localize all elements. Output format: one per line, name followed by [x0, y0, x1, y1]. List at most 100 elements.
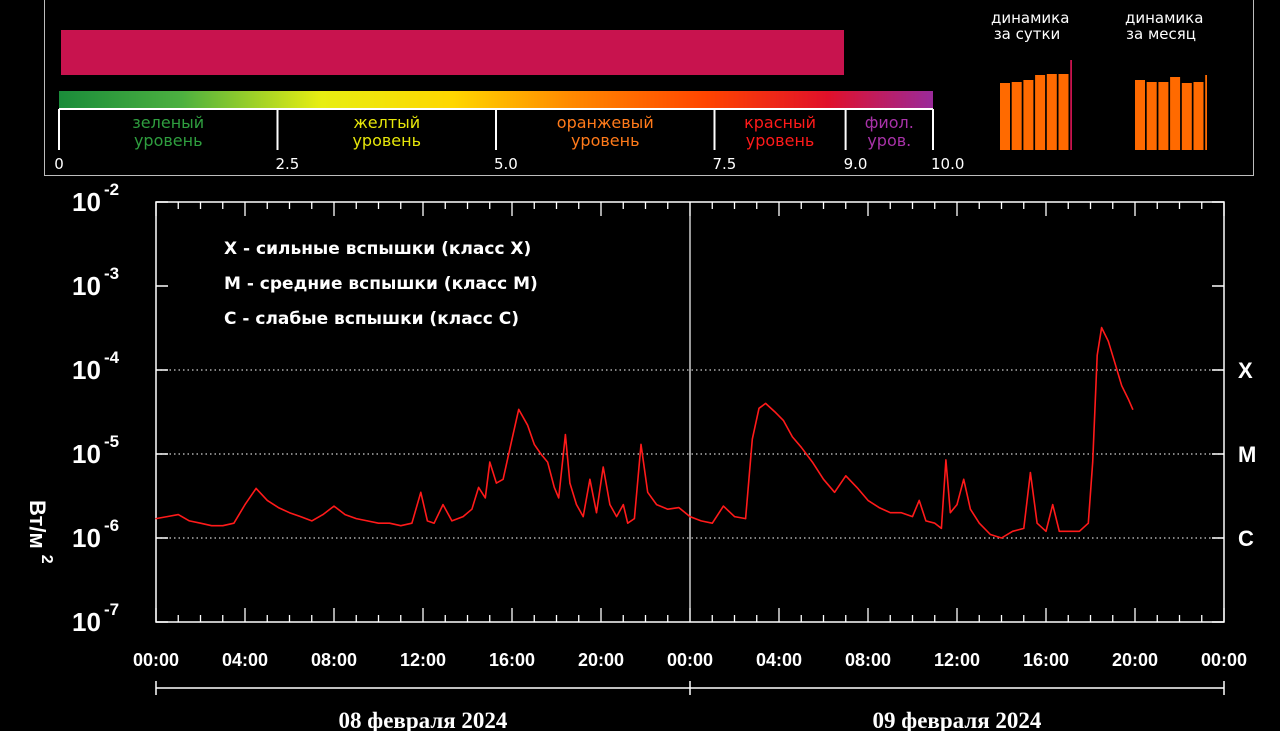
flux-point — [420, 491, 422, 493]
flux-point — [1132, 408, 1134, 410]
flux-point — [589, 478, 591, 480]
dynamics-bar — [1046, 74, 1057, 150]
flux-point — [433, 522, 435, 524]
y-tick-exponent: -6 — [104, 516, 119, 535]
activity-index-panel: 0 2.5 5.0 7.5 9.0 10.0 зеленый уровень желтый ур… — [44, 0, 1254, 176]
flux-point — [553, 486, 555, 488]
flux-point — [166, 516, 168, 518]
flux-point — [1012, 530, 1014, 532]
flux-point — [989, 533, 992, 536]
x-tick-label: 08:00 — [311, 650, 357, 670]
flux-point — [633, 518, 636, 520]
flux-point — [900, 512, 903, 514]
flux-point — [255, 487, 257, 489]
date-label: 08 февраля 2024 — [339, 708, 508, 731]
dynamics-bar — [1205, 75, 1207, 150]
flux-point — [1000, 537, 1003, 539]
dynamics-bar — [1058, 74, 1069, 150]
flux-point — [575, 504, 578, 506]
flux-point — [344, 514, 346, 516]
flux-point — [451, 520, 453, 522]
flux-point — [978, 522, 980, 524]
flux-point — [1092, 461, 1094, 463]
flux-point — [471, 508, 473, 510]
flux-point — [963, 478, 965, 480]
flux-point — [765, 402, 767, 404]
flux-point — [188, 520, 190, 522]
flux-point — [711, 522, 713, 524]
legend-entry: M - средние вспышки (класс M) — [224, 274, 538, 294]
level-label: оранжевый уровень — [556, 113, 654, 150]
xray-flux-chart: 10 -210 -310 -410 -510 -610 -7 00:00 04:00 08:00… — [25, 180, 1256, 731]
flux-point — [155, 518, 157, 520]
flux-point — [622, 504, 624, 506]
flux-point — [511, 438, 513, 440]
scale-tick-label: 7.5 — [713, 155, 737, 173]
flux-point — [333, 505, 335, 507]
flux-point — [244, 504, 246, 506]
dynamics-bar — [1023, 80, 1034, 150]
flux-point — [774, 411, 776, 413]
flux-point — [969, 508, 972, 510]
flux-point — [1067, 530, 1069, 532]
flux-point — [400, 525, 402, 527]
flux-point — [911, 516, 914, 518]
scale-tick-label: 2.5 — [276, 155, 300, 173]
flux-point — [616, 516, 618, 518]
flux-point — [558, 497, 560, 499]
x-tick-label: 16:00 — [1023, 650, 1069, 670]
flux-point — [411, 522, 413, 524]
flux-point — [745, 518, 747, 520]
x-tick-label: 20:00 — [578, 650, 624, 670]
y-tick-label: 10 — [72, 523, 101, 553]
flux-point — [1101, 327, 1103, 329]
unit-text: Вт/м — [25, 500, 50, 549]
flux-point — [582, 516, 584, 518]
flux-point — [627, 522, 629, 524]
daily-dynamics-chart — [1000, 60, 1072, 150]
flux-point — [1096, 354, 1098, 356]
flux-point — [266, 499, 268, 501]
dynamics-bar — [1158, 82, 1169, 150]
flux-point — [602, 466, 604, 468]
flux-point — [527, 424, 529, 426]
flux-point — [533, 443, 535, 445]
flux-point — [656, 504, 658, 506]
flux-point — [502, 478, 504, 480]
y-tick-label: 10 — [72, 439, 101, 469]
monthly-dynamics-title: динамика за месяц — [1125, 9, 1204, 43]
flux-point — [277, 507, 279, 509]
x-tick-label: 00:00 — [133, 650, 179, 670]
flux-point — [484, 497, 486, 499]
flux-point — [822, 478, 825, 480]
flux-point — [595, 512, 598, 514]
flux-point — [233, 522, 235, 524]
activity-index-bar — [61, 30, 844, 75]
flux-point — [918, 499, 920, 501]
flux-point — [722, 505, 725, 507]
flux-point — [945, 459, 947, 461]
dynamics-bar — [1000, 83, 1010, 150]
x-tick-label: 12:00 — [934, 650, 980, 670]
flux-point — [640, 443, 642, 445]
flux-point — [949, 512, 951, 514]
daily-dynamics-title: динамика за сутки — [991, 9, 1070, 43]
x-tick-label: 04:00 — [756, 650, 802, 670]
flux-point — [540, 453, 542, 455]
dynamics-bar — [1170, 77, 1181, 150]
flux-point — [355, 518, 357, 520]
flux-point — [518, 408, 520, 410]
y-tick-exponent: -2 — [104, 180, 119, 199]
level-label: красный уровень — [744, 113, 816, 150]
y-tick-label: 10 — [72, 607, 101, 637]
flux-point — [1058, 530, 1060, 532]
dynamics-bar — [1011, 82, 1022, 150]
class-level-label: M — [1238, 442, 1256, 467]
flux-point — [377, 522, 380, 524]
x-tick-label: 16:00 — [489, 650, 535, 670]
flux-point — [489, 461, 491, 463]
flux-point — [211, 525, 213, 527]
flux-point — [222, 525, 224, 527]
y-tick-label: 10 — [72, 271, 101, 301]
flux-point — [647, 491, 649, 493]
